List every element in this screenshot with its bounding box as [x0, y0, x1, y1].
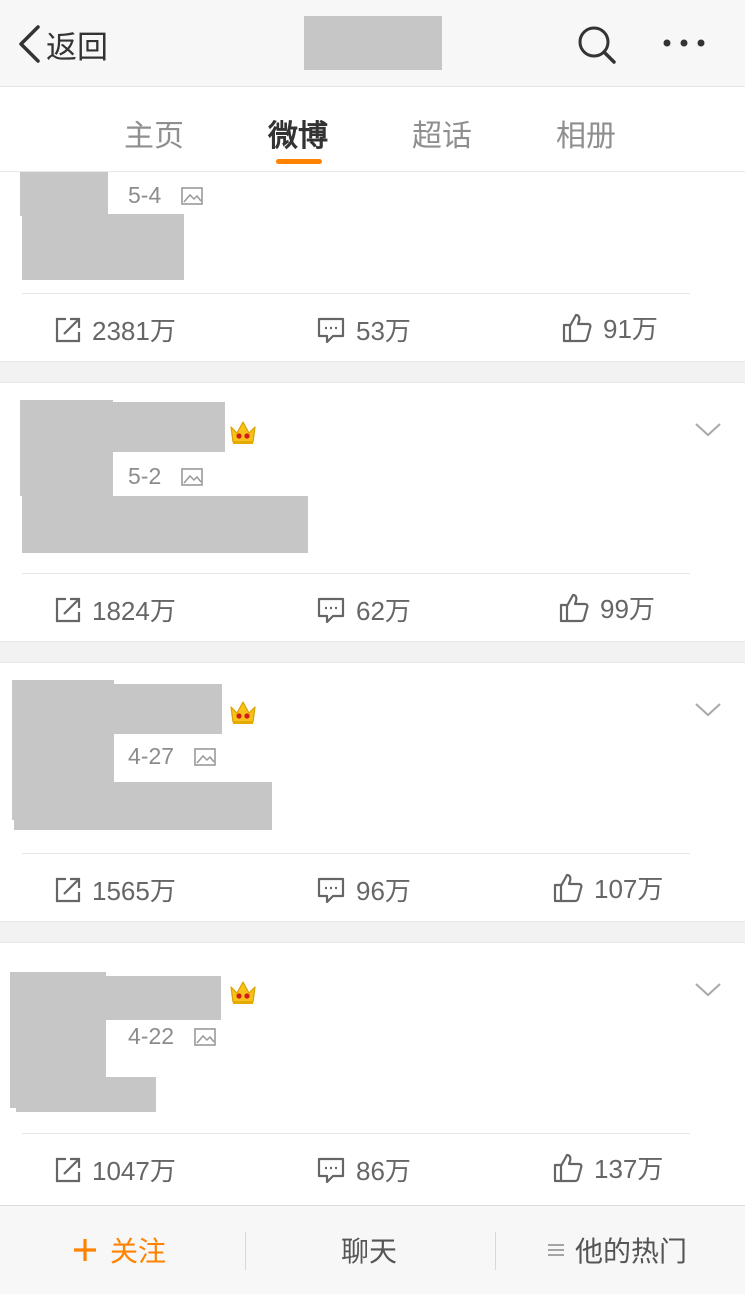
follow-button[interactable]: 关注 — [72, 1206, 166, 1294]
repost-button[interactable]: 1047万 — [54, 1151, 176, 1188]
comment-icon — [317, 877, 345, 903]
picture-icon — [194, 1027, 216, 1046]
active-tab-indicator — [276, 159, 322, 164]
redacted-block — [22, 214, 184, 280]
comment-button[interactable]: 53万 — [316, 311, 411, 348]
tab-weibo[interactable]: 微博 — [268, 111, 328, 155]
post-meta: 5-4 — [128, 182, 204, 209]
repost-count: 2381万 — [92, 316, 176, 346]
divider — [22, 293, 690, 294]
repost-count: 1824万 — [92, 596, 176, 626]
chevron-down-icon[interactable] — [694, 980, 722, 998]
redacted-block — [20, 172, 108, 216]
picture-icon — [181, 467, 204, 486]
like-icon — [553, 1153, 583, 1182]
tab-album[interactable]: 相册 — [556, 111, 616, 155]
repost-count: 1565万 — [92, 876, 176, 906]
plus-icon — [74, 1239, 96, 1261]
back-button[interactable]: 返回 — [16, 22, 108, 66]
like-count: 99万 — [600, 594, 655, 624]
redacted-block — [22, 496, 308, 553]
page-title-redacted — [304, 16, 442, 70]
like-button[interactable]: 137万 — [552, 1149, 663, 1186]
comment-button[interactable]: 62万 — [316, 591, 411, 628]
chevron-left-icon — [19, 25, 40, 63]
post-meta: 4-22 — [128, 1023, 225, 1050]
redacted-block — [113, 402, 225, 452]
card-separator — [0, 921, 745, 943]
divider — [245, 1232, 246, 1270]
repost-button[interactable]: 2381万 — [54, 311, 176, 348]
crown-icon — [230, 701, 256, 724]
repost-icon — [55, 597, 81, 622]
post-date: 5-2 — [128, 463, 162, 489]
like-button[interactable]: 91万 — [561, 309, 658, 346]
post-card: 4-27 1565万 96万 107万 — [0, 663, 745, 921]
comment-button[interactable]: 96万 — [316, 871, 411, 908]
divider — [22, 1133, 690, 1134]
back-label: 返回 — [46, 29, 108, 65]
comment-count: 62万 — [356, 596, 411, 626]
post-meta: 5-2 — [128, 463, 204, 490]
comment-icon — [317, 1157, 345, 1183]
post-date: 4-22 — [128, 1023, 175, 1049]
divider — [495, 1232, 496, 1270]
post-card: 5-2 1824万 62万 99万 — [0, 383, 745, 641]
post-date: 4-27 — [128, 743, 175, 769]
chat-button[interactable]: 聊天 — [341, 1206, 397, 1294]
card-separator — [0, 361, 745, 383]
more-icon[interactable] — [660, 30, 708, 56]
crown-icon — [230, 421, 256, 444]
repost-icon — [55, 1157, 81, 1182]
search-icon[interactable] — [576, 24, 618, 66]
redacted-block — [106, 976, 221, 1020]
follow-label: 关注 — [110, 1236, 167, 1267]
chevron-down-icon[interactable] — [694, 420, 722, 438]
like-count: 91万 — [603, 314, 658, 344]
redacted-block — [20, 400, 113, 496]
bottom-action-bar: 关注 聊天 他的热门 — [0, 1205, 745, 1294]
picture-icon — [181, 186, 204, 205]
like-button[interactable]: 107万 — [552, 869, 663, 906]
like-icon — [559, 593, 589, 622]
redacted-block — [14, 782, 272, 830]
hot-label: 他的热门 — [575, 1236, 688, 1267]
profile-tabs: 主页 微博 超话 相册 — [0, 87, 745, 172]
tab-home[interactable]: 主页 — [124, 111, 184, 155]
chevron-down-icon[interactable] — [694, 700, 722, 718]
repost-icon — [55, 317, 81, 342]
tab-super-topic[interactable]: 超话 — [412, 111, 472, 155]
post-card: 4-22 1047万 86万 137万 — [0, 943, 745, 1203]
comment-icon — [317, 317, 345, 343]
post-card: 5-4 2381万 53万 91万 — [0, 172, 745, 361]
hot-posts-button[interactable]: 他的热门 — [547, 1206, 687, 1294]
top-bar: 返回 — [0, 0, 745, 87]
like-count: 107万 — [594, 874, 664, 904]
crown-icon — [230, 981, 256, 1004]
repost-button[interactable]: 1824万 — [54, 591, 176, 628]
divider — [22, 853, 690, 854]
like-icon — [562, 313, 592, 342]
like-count: 137万 — [594, 1154, 664, 1184]
comment-count: 53万 — [356, 316, 411, 346]
like-button[interactable]: 99万 — [558, 589, 655, 626]
redacted-block — [114, 684, 222, 734]
comment-count: 96万 — [356, 876, 411, 906]
divider — [22, 573, 690, 574]
post-date: 5-4 — [128, 182, 162, 208]
repost-count: 1047万 — [92, 1156, 176, 1186]
redacted-block — [16, 1077, 156, 1112]
list-icon — [548, 1244, 564, 1256]
post-meta: 4-27 — [128, 743, 225, 770]
comment-button[interactable]: 86万 — [316, 1151, 411, 1188]
chat-label: 聊天 — [341, 1236, 398, 1267]
picture-icon — [194, 747, 216, 766]
card-separator — [0, 641, 745, 663]
comment-icon — [317, 597, 345, 623]
repost-icon — [55, 877, 81, 902]
like-icon — [553, 873, 583, 902]
repost-button[interactable]: 1565万 — [54, 871, 176, 908]
comment-count: 86万 — [356, 1156, 411, 1186]
